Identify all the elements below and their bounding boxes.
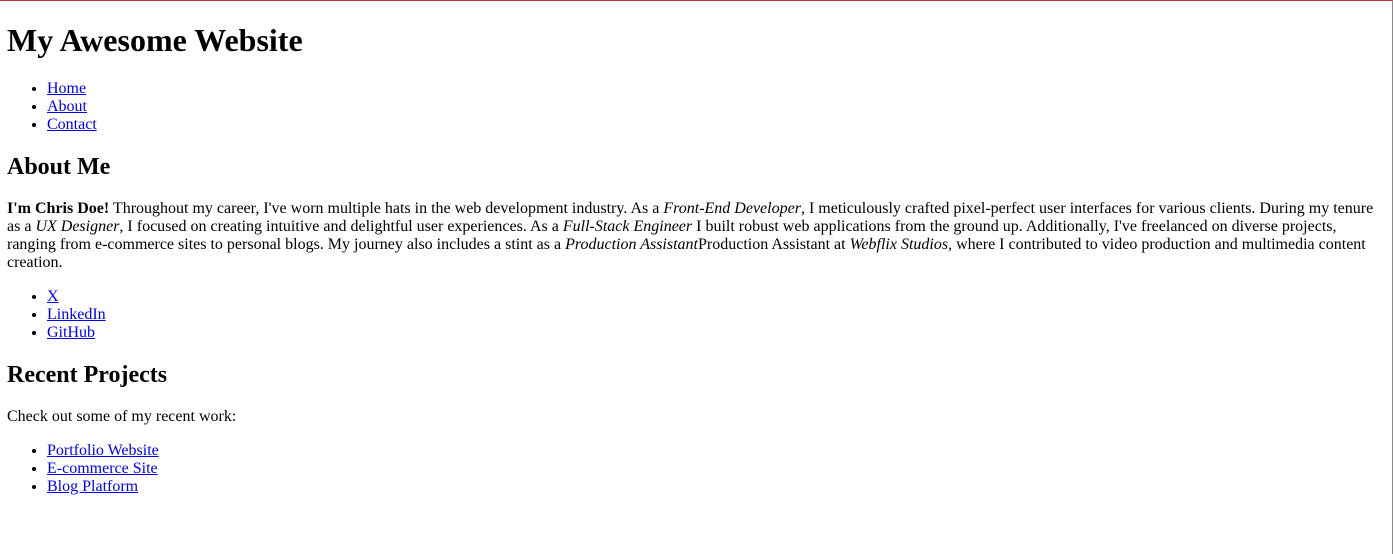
main-nav: Home About Contact <box>7 80 1387 134</box>
bio-company: Webflix Studios <box>849 236 949 253</box>
social-link-github[interactable]: GitHub <box>47 324 95 341</box>
bio-text-5: Production Assistant at <box>698 236 850 253</box>
bio-text-3: , I focused on creating intuitive and de… <box>119 218 563 235</box>
bio-role-ux: UX Designer <box>35 218 120 235</box>
social-item-linkedin: LinkedIn <box>47 306 1387 324</box>
social-links: X LinkedIn GitHub <box>7 288 1387 342</box>
project-link-ecommerce[interactable]: E-commerce Site <box>47 460 158 477</box>
project-item-ecommerce: E-commerce Site <box>47 460 1387 478</box>
project-item-blog: Blog Platform <box>47 478 1387 496</box>
projects-heading: Recent Projects <box>7 362 168 388</box>
project-item-portfolio: Portfolio Website <box>47 442 1387 460</box>
project-list: Portfolio Website E-commerce Site Blog P… <box>7 442 1387 496</box>
nav-item-home: Home <box>47 80 1387 98</box>
bio-intro: I'm Chris Doe! <box>7 200 110 217</box>
project-link-blog[interactable]: Blog Platform <box>47 478 138 495</box>
social-link-x[interactable]: X <box>47 288 59 305</box>
about-heading: About Me <box>7 154 111 180</box>
projects-intro: Check out some of my recent work: <box>7 408 237 425</box>
bio-role-production: Production Assistant <box>565 236 698 253</box>
site-title: My Awesome Website <box>7 22 303 58</box>
bio-text-1: Throughout my career, I've worn multiple… <box>109 200 664 217</box>
about-bio: I'm Chris Doe! Throughout my career, I'v… <box>7 200 1387 272</box>
nav-item-contact: Contact <box>47 116 1387 134</box>
social-item-github: GitHub <box>47 324 1387 342</box>
page: My Awesome Website Home About Contact Ab… <box>0 22 1387 496</box>
bio-role-frontend: Front-End Developer <box>663 200 801 217</box>
social-item-x: X <box>47 288 1387 306</box>
nav-link-home[interactable]: Home <box>47 80 86 97</box>
nav-link-about[interactable]: About <box>47 98 87 115</box>
bio-role-fullstack: Full-Stack Engineer <box>562 218 693 235</box>
nav-link-contact[interactable]: Contact <box>47 116 97 133</box>
nav-item-about: About <box>47 98 1387 116</box>
project-link-portfolio[interactable]: Portfolio Website <box>47 442 159 459</box>
social-link-linkedin[interactable]: LinkedIn <box>47 306 106 323</box>
